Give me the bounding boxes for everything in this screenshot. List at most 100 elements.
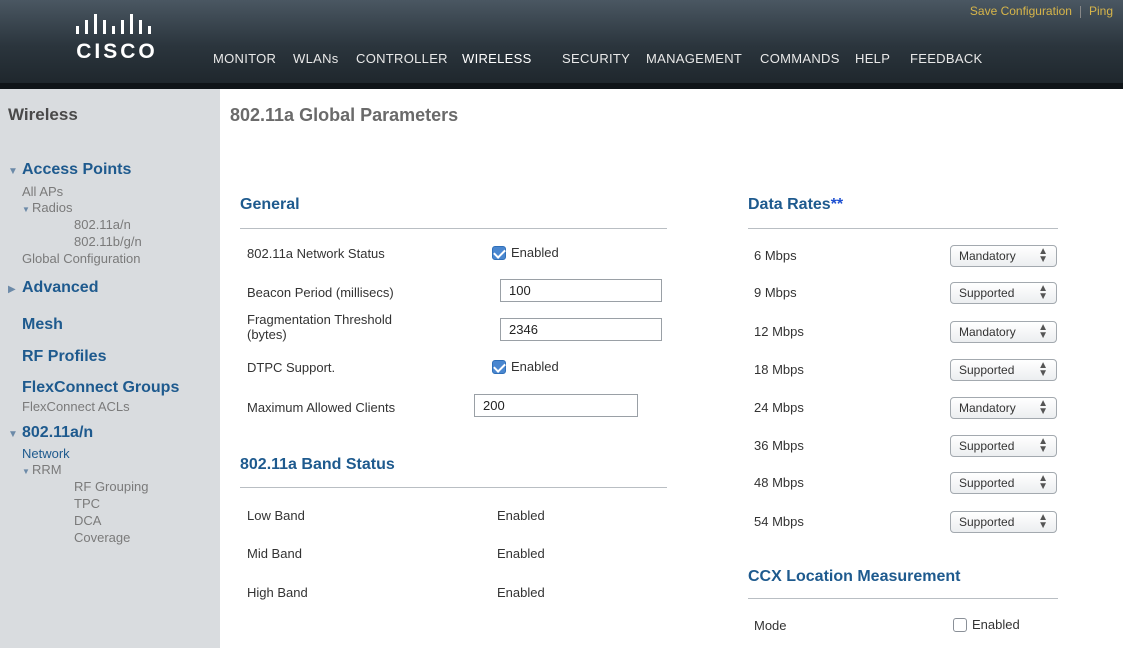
data-rate-select-value: Supported [959, 515, 1015, 529]
ccx-mode-label: Mode [754, 618, 787, 633]
sidebar-item-dca[interactable]: DCA [74, 513, 101, 528]
nav-help[interactable]: HELP [855, 51, 890, 66]
data-rate-select[interactable]: Supported ▲ ▼ [950, 472, 1057, 494]
fragmentation-threshold-unit: (bytes) [247, 327, 287, 342]
data-rate-select[interactable]: Supported ▲ ▼ [950, 511, 1057, 533]
nav-security[interactable]: SECURITY [562, 51, 630, 66]
data-rate-label: 18 Mbps [754, 362, 804, 377]
expanded-arrow-icon: ▼ [22, 467, 30, 476]
low-band-label: Low Band [247, 508, 305, 523]
expanded-arrow-icon: ▼ [8, 166, 18, 177]
data-rate-select[interactable]: Supported ▲ ▼ [950, 282, 1057, 304]
dtpc-support-label: DTPC Support. [247, 360, 336, 375]
select-updown-icon: ▲ ▼ [1038, 473, 1048, 492]
data-rates-footnote-marker: ** [830, 196, 844, 213]
data-rate-label: 24 Mbps [754, 400, 804, 415]
mid-band-label: Mid Band [247, 546, 302, 561]
sidebar-item-radios[interactable]: ▼ Radios [22, 200, 72, 215]
cisco-bars-icon [76, 14, 151, 34]
dtpc-support-checkbox[interactable]: Enabled [492, 359, 559, 374]
nav-feedback[interactable]: FEEDBACK [910, 51, 982, 66]
checkbox-label: Enabled [511, 359, 559, 374]
sidebar-item-coverage[interactable]: Coverage [74, 530, 130, 545]
fragmentation-threshold-input[interactable] [500, 318, 662, 341]
high-band-value: Enabled [497, 585, 545, 600]
data-rate-select[interactable]: Supported ▲ ▼ [950, 359, 1057, 381]
sidebar-item-radio-80211an[interactable]: 802.11a/n [74, 217, 131, 232]
network-status-checkbox[interactable]: Enabled [492, 245, 559, 260]
select-updown-icon: ▲ ▼ [1038, 283, 1048, 302]
sidebar-item-global-configuration[interactable]: Global Configuration [22, 251, 141, 266]
data-rate-select[interactable]: Mandatory ▲ ▼ [950, 245, 1057, 267]
cisco-logo: CISCO [62, 10, 172, 72]
sidebar-item-80211an[interactable]: ▼ 802.11a/n [8, 424, 93, 442]
sidebar: Wireless ▼ Access Points All APs ▼ Radios … [0, 89, 220, 648]
sidebar-item-rf-profiles[interactable]: RF Profiles [22, 348, 106, 366]
band-status-section-divider [240, 487, 667, 488]
nav-wlans[interactable]: WLANs [293, 51, 339, 66]
data-rate-select-value: Mandatory [959, 325, 1016, 339]
data-rate-label: 12 Mbps [754, 324, 804, 339]
data-rate-label: 36 Mbps [754, 438, 804, 453]
nav-controller[interactable]: CONTROLLER [356, 51, 448, 66]
data-rates-section-title: Data Rates** [748, 196, 843, 214]
select-updown-icon: ▲ ▼ [1038, 246, 1048, 265]
nav-management[interactable]: MANAGEMENT [646, 51, 742, 66]
checkbox-unchecked-icon [953, 617, 967, 632]
sidebar-item-flexconnect-acls[interactable]: FlexConnect ACLs [22, 399, 130, 414]
data-rate-select[interactable]: Supported ▲ ▼ [950, 435, 1057, 457]
select-updown-icon: ▲ ▼ [1038, 398, 1048, 417]
sidebar-item-access-points[interactable]: ▼ Access Points [8, 161, 131, 179]
top-links: Save Configuration Ping [970, 4, 1113, 18]
checkbox-checked-icon [492, 359, 506, 374]
sidebar-item-advanced[interactable]: ▶ Advanced [8, 279, 98, 297]
data-rate-select[interactable]: Mandatory ▲ ▼ [950, 321, 1057, 343]
data-rate-select-value: Mandatory [959, 249, 1016, 263]
high-band-label: High Band [247, 585, 308, 600]
mid-band-value: Enabled [497, 546, 545, 561]
sidebar-item-rrm[interactable]: ▼ RRM [22, 462, 62, 477]
top-header: CISCO Save Configuration Ping MONITOR WLA… [0, 0, 1123, 87]
expanded-arrow-icon: ▼ [22, 205, 30, 214]
data-rate-select-value: Supported [959, 363, 1015, 377]
max-allowed-clients-label: Maximum Allowed Clients [247, 400, 396, 415]
sidebar-item-label: 802.11a/n [22, 424, 94, 441]
nav-wireless[interactable]: WIRELESS [462, 51, 532, 66]
data-rates-section-divider [748, 228, 1058, 229]
sidebar-item-label: Radios [32, 200, 73, 215]
sidebar-item-rf-grouping[interactable]: RF Grouping [74, 479, 148, 494]
checkbox-label: Enabled [511, 245, 559, 260]
data-rate-select-value: Supported [959, 439, 1015, 453]
data-rate-label: 6 Mbps [754, 248, 797, 263]
sidebar-item-network[interactable]: Network [22, 446, 70, 461]
data-rate-select-value: Supported [959, 476, 1015, 490]
checkbox-checked-icon [492, 245, 506, 260]
data-rate-select-value: Mandatory [959, 401, 1016, 415]
cisco-logo-text: CISCO [76, 40, 158, 63]
checkbox-label: Enabled [972, 617, 1020, 632]
data-rates-title-text: Data Rates [748, 196, 831, 213]
sidebar-item-mesh[interactable]: Mesh [22, 316, 63, 334]
nav-monitor[interactable]: MONITOR [213, 51, 276, 66]
max-allowed-clients-input[interactable] [474, 394, 638, 417]
ccx-section-title: CCX Location Measurement [748, 568, 961, 585]
nav-commands[interactable]: COMMANDS [760, 51, 840, 66]
general-section-divider [240, 228, 667, 229]
sidebar-item-radio-80211bgn[interactable]: 802.11b/g/n [74, 234, 142, 249]
low-band-value: Enabled [497, 508, 545, 523]
data-rate-label: 9 Mbps [754, 285, 797, 300]
sidebar-item-all-aps[interactable]: All APs [22, 184, 63, 199]
ping-link[interactable]: Ping [1089, 4, 1113, 18]
band-status-section-title: 802.11a Band Status [240, 456, 395, 473]
ccx-mode-checkbox[interactable]: Enabled [953, 617, 1020, 632]
sidebar-item-flexconnect-groups[interactable]: FlexConnect Groups [22, 379, 179, 397]
sidebar-item-label: RRM [32, 462, 62, 477]
ccx-section-divider [748, 598, 1058, 599]
beacon-period-input[interactable] [500, 279, 662, 302]
fragmentation-threshold-label: Fragmentation Threshold [247, 312, 393, 327]
sidebar-item-tpc[interactable]: TPC [74, 496, 100, 511]
beacon-period-label: Beacon Period (millisecs) [247, 285, 394, 300]
data-rate-select[interactable]: Mandatory ▲ ▼ [950, 397, 1057, 419]
data-rate-select-value: Supported [959, 286, 1015, 300]
save-configuration-link[interactable]: Save Configuration [970, 4, 1072, 18]
